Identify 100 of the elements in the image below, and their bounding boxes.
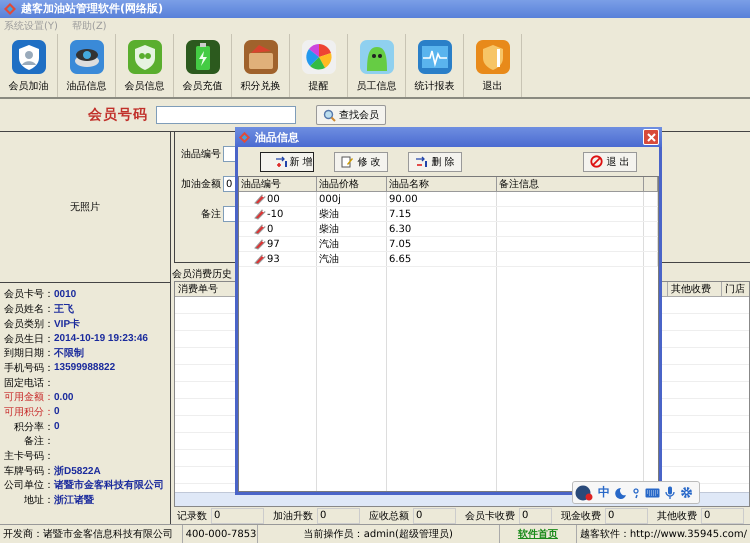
shield-person-icon: [10, 38, 46, 75]
field-value: 2014-10-19 19:23:46: [54, 333, 148, 344]
table-cell-text: 柴油: [319, 222, 339, 236]
toolbar-button[interactable]: 油品信息: [58, 34, 116, 98]
table-cell: -10: [267, 208, 284, 220]
table-cell-text: 柴油: [319, 208, 339, 221]
table-cell: 6.65: [389, 254, 412, 264]
field-value: 浙D5822A: [54, 464, 101, 478]
pulse-chart-icon: [416, 38, 452, 75]
punctuation-icon[interactable]: [632, 486, 640, 498]
no-photo-text: 无照片: [70, 200, 100, 214]
field-label: 可用积分：: [4, 406, 54, 419]
table-cell: 90.00: [389, 194, 418, 204]
find-member-button[interactable]: 查找会员: [316, 105, 386, 126]
wallet-icon: [242, 38, 278, 75]
add-button[interactable]: 新 增: [260, 152, 314, 172]
column-header[interactable]: 备注信息: [497, 177, 644, 191]
member-number-field[interactable]: [156, 106, 296, 124]
column-header[interactable]: 门店: [722, 282, 749, 296]
table-cell: 97: [267, 238, 280, 250]
column-header[interactable]: 油品价格: [317, 177, 387, 191]
exit-button[interactable]: 退 出: [583, 152, 637, 172]
tag-icon: [253, 208, 266, 220]
website-text: 越客软件：http://www.35945.com/: [578, 528, 748, 542]
phone-text: 400-000-7853: [182, 525, 258, 543]
field-label: 手机号码：: [4, 362, 54, 375]
minus-arrows-icon: [415, 156, 428, 168]
field-label: 公司单位：: [4, 478, 54, 492]
field-value: 诸暨市金客科技有限公司: [54, 478, 164, 492]
table-cell-text: 汽油: [319, 238, 339, 251]
creature-icon: [358, 38, 394, 75]
summary-label: 记录数: [177, 510, 207, 523]
table-cell: 000j: [319, 194, 341, 204]
summary-label: 会员卡收费: [465, 510, 515, 523]
table-row[interactable]: -10 柴油 7.15: [239, 207, 658, 222]
settings-icon[interactable]: [680, 486, 693, 499]
table-cell: 7.15: [389, 208, 412, 220]
microphone-icon[interactable]: [665, 486, 675, 500]
table-row[interactable]: 93 汽油 6.65: [239, 252, 658, 267]
close-button[interactable]: [643, 129, 659, 145]
edit-button[interactable]: 修 改: [334, 152, 388, 172]
app-logo-icon: [238, 130, 251, 144]
field-value: 13599988822: [54, 362, 116, 374]
window-title: 越客加油站管理软件(网络版): [21, 1, 164, 16]
field-label: 到期日期：: [4, 346, 54, 360]
field-label: 地址：: [23, 494, 54, 508]
dialog-title: 油品信息: [255, 130, 300, 144]
close-icon: [646, 132, 656, 142]
field-label: 会员卡号：: [4, 288, 54, 302]
delete-button[interactable]: 删 除: [408, 152, 462, 172]
summary-label: 加油升数: [273, 510, 313, 523]
form-label: 备注: [200, 208, 221, 222]
column-header[interactable]: 其他收费: [668, 282, 722, 296]
table-cell-text: 汽油: [319, 252, 339, 266]
plus-arrows-icon: [275, 156, 288, 168]
toolbar-button[interactable]: 会员加油: [0, 34, 58, 98]
chinese-mode-text[interactable]: 中: [598, 484, 610, 501]
toolbar-button[interactable]: 会员信息: [116, 34, 174, 98]
field-label: 会员类别：: [4, 318, 54, 331]
toolbar-button[interactable]: 会员充值: [174, 34, 232, 98]
summary-label: 现金收费: [561, 510, 601, 523]
field-value: 0.00: [54, 392, 74, 403]
column-header[interactable]: 油品名称: [387, 177, 497, 191]
summary-value: 0: [701, 508, 744, 524]
table-cell: 7.05: [389, 238, 412, 250]
pinwheel-icon: [300, 38, 336, 75]
toolbar-button[interactable]: 积分兑换: [232, 34, 290, 98]
field-label: 固定电话：: [4, 376, 54, 390]
history-tab[interactable]: 会员消费历史: [172, 267, 232, 282]
toolbar-button[interactable]: 统计报表: [406, 34, 464, 98]
column-header[interactable]: 油品编号: [239, 177, 317, 191]
form-label: 加油金额: [181, 178, 221, 192]
toolbar-button[interactable]: 员工信息: [348, 34, 406, 98]
operator-text: 当前操作员：admin(超级管理员): [258, 525, 500, 543]
no-entry-icon: [590, 155, 604, 168]
developer-text: 开发商：诸暨市金客信息科技有限公司: [0, 525, 183, 543]
table-row[interactable]: 97 汽油 7.05: [239, 237, 658, 252]
toolbar-button[interactable]: 退出: [464, 34, 522, 98]
field-label: 车牌号码：: [4, 464, 54, 478]
table-cell: 0: [267, 224, 274, 234]
field-value: VIP卡: [54, 318, 80, 331]
moon-icon[interactable]: [615, 486, 627, 498]
field-label: 可用金额：: [4, 390, 54, 404]
field-label: 会员生日：: [4, 332, 54, 346]
field-label: 备注：: [23, 434, 54, 448]
tag-icon: [253, 223, 266, 235]
shield-tool-icon: [474, 38, 510, 75]
table-row[interactable]: 0 柴油 6.30: [239, 222, 658, 237]
app-logo-icon: [3, 2, 17, 16]
keyboard-icon[interactable]: [645, 488, 660, 498]
table-row[interactable]: 00 000j 90.00: [239, 192, 658, 207]
field-value: 0: [54, 406, 60, 418]
field-label: 积分率：: [13, 420, 54, 434]
summary-value: 0: [605, 508, 648, 524]
home-link[interactable]: 软件首页: [518, 527, 558, 542]
field-value: 0: [54, 421, 60, 432]
toolbar-button[interactable]: 提醒: [290, 34, 348, 98]
form-label: 油品编号: [181, 148, 221, 162]
battery-icon: [184, 38, 220, 75]
field-value: 不限制: [54, 346, 84, 360]
